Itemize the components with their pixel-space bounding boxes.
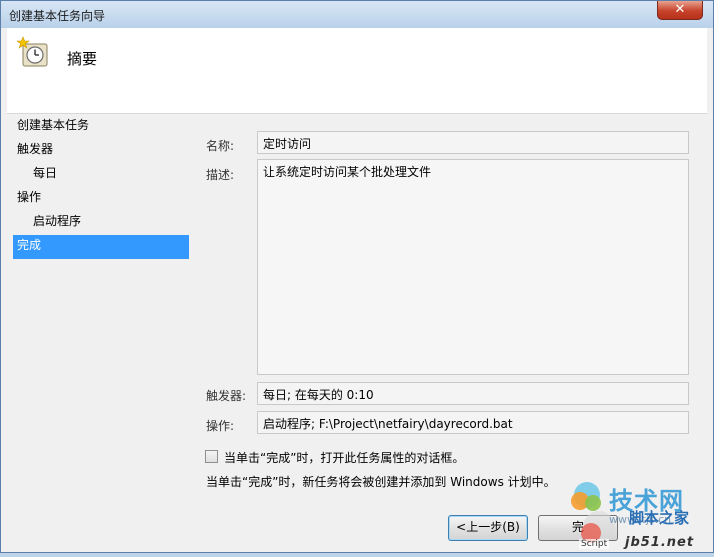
description-field[interactable]: 让系统定时访问某个批处理文件 [257,159,689,375]
clock-icon [17,36,48,67]
nav-step-label: 触发器 [17,142,54,156]
site-watermark: 技术网 www.itjs.cn 脚本之家 Script jb51.net [569,479,714,554]
trigger-value: 每日; 在每天的 0:10 [263,388,374,402]
finish-note: 当单击“完成”时，新任务将会被创建并添加到 Windows 计划中。 [206,475,556,489]
nav-step-label: 完成 [17,238,42,252]
nav-step-daily[interactable]: 每日 [13,163,189,187]
watermark-script-tag: Script [579,539,610,549]
close-icon: ✕ [674,2,686,17]
action-value: 启动程序; F:\Project\netfairy\dayrecord.bat [263,417,513,431]
trigger-field[interactable]: 每日; 在每天的 0:10 [257,382,689,405]
open-properties-checkbox[interactable] [205,450,218,463]
action-field[interactable]: 启动程序; F:\Project\netfairy\dayrecord.bat [257,411,689,434]
description-value: 让系统定时访问某个批处理文件 [263,165,432,179]
description-label: 描述: [206,168,235,182]
window-title: 创建基本任务向导 [9,9,106,23]
back-button-label: <上一步(B) [456,520,520,534]
watermark-domain: jb51.net [625,535,695,550]
nav-step-create-basic-task[interactable]: 创建基本任务 [13,115,189,139]
nav-step-label: 启动程序 [33,214,82,228]
close-button[interactable]: ✕ [657,1,703,20]
nav-step-label: 操作 [17,190,42,204]
nav-step-trigger[interactable]: 触发器 [13,139,189,163]
nav-step-label: 每日 [33,166,58,180]
wizard-window: 创建基本任务向导 ✕ 摘要 创建基本任务 触发器 每日 操作 启动程序 完成 名… [0,0,714,553]
nav-step-action[interactable]: 操作 [13,187,189,211]
back-button[interactable]: <上一步(B) [448,515,528,541]
wizard-header: 摘要 [7,28,707,114]
name-field[interactable]: 定时访问 [257,131,689,154]
action-label: 操作: [206,419,235,433]
name-label: 名称: [206,139,235,153]
open-properties-checkbox-label[interactable]: 当单击“完成”时，打开此任务属性的对话框。 [224,449,464,466]
page-title: 摘要 [67,50,98,68]
nav-step-start-program[interactable]: 启动程序 [13,211,189,235]
nav-step-label: 创建基本任务 [17,118,90,132]
trigger-label: 触发器: [206,389,247,403]
title-bar[interactable]: 创建基本任务向导 ✕ [1,1,713,28]
name-value: 定时访问 [263,137,312,151]
wizard-step-nav: 创建基本任务 触发器 每日 操作 启动程序 完成 [13,115,189,259]
watermark-sub-name: 脚本之家 [629,509,690,527]
nav-step-finish[interactable]: 完成 [13,235,189,259]
